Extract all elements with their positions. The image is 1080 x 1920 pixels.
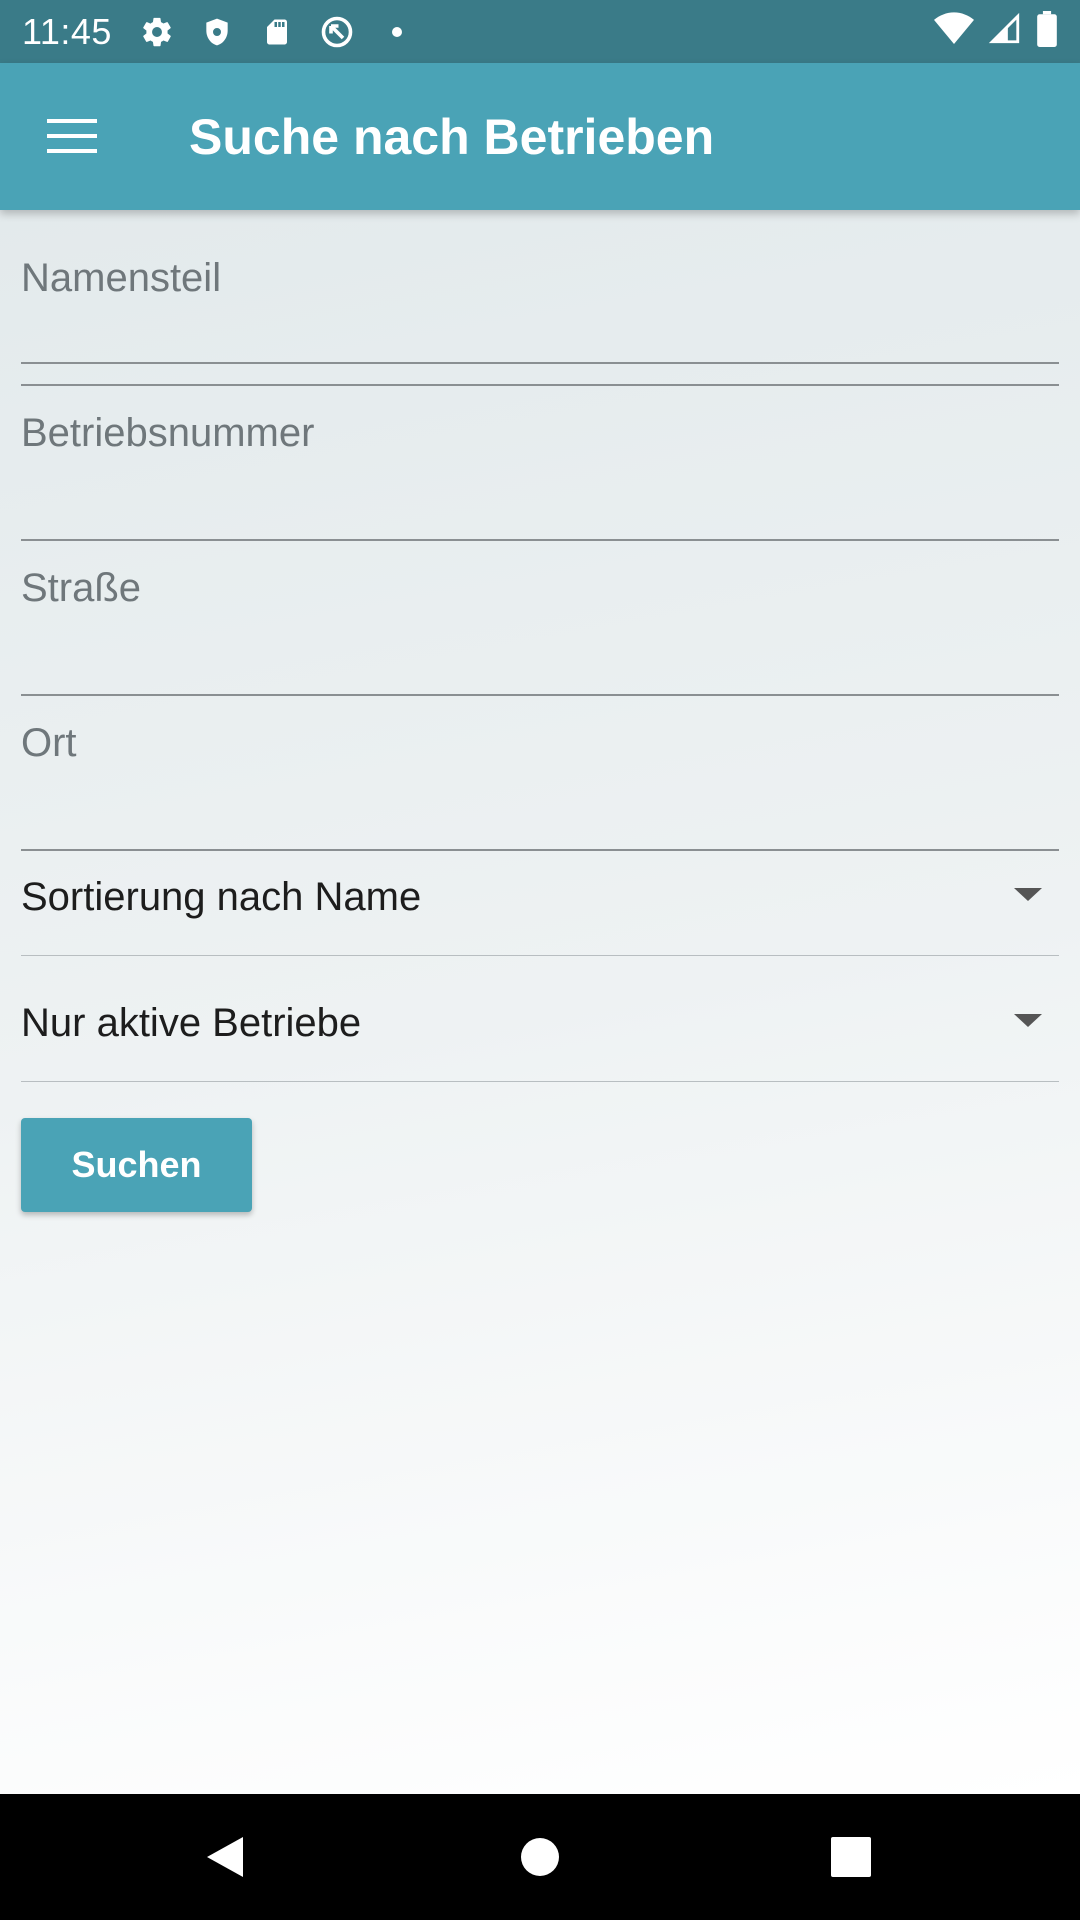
name-field [21,232,1059,386]
cell-signal-icon [988,12,1022,51]
status-filter-value: Nur aktive Betriebe [21,1001,362,1045]
home-icon [521,1838,559,1876]
app-bar: Suche nach Betrieben [0,63,1080,210]
menu-button[interactable] [22,87,122,187]
street-field [21,542,1059,696]
recents-icon [831,1837,871,1877]
status-filter-select[interactable]: Nur aktive Betriebe [21,956,1059,1082]
status-icons-left [138,13,416,51]
sort-select[interactable]: Sortierung nach Name [21,830,1059,956]
menu-icon [47,118,97,153]
notification-dot-icon [378,13,416,51]
home-button[interactable] [507,1824,573,1890]
business-number-input[interactable] [21,387,1059,539]
wifi-icon [934,12,974,51]
navigation-bar [0,1794,1080,1920]
battery-icon [1036,11,1058,52]
status-bar: 11:45 [0,0,1080,63]
sd-card-icon [258,13,296,51]
page-title: Suche nach Betrieben [189,108,715,165]
number-field [21,387,1059,541]
back-icon [207,1837,243,1877]
sort-select-value: Sortierung nach Name [21,875,422,919]
dropdown-arrow-icon [1014,1014,1042,1027]
city-input[interactable] [21,697,1059,849]
data-saver-icon [318,13,356,51]
street-input[interactable] [21,542,1059,694]
city-field [21,697,1059,851]
shield-icon [198,13,236,51]
search-button[interactable]: Suchen [21,1118,252,1212]
status-time: 11:45 [22,10,112,52]
settings-icon [138,13,176,51]
status-icons-right [934,11,1058,52]
dropdown-arrow-icon [1014,888,1042,901]
back-button[interactable] [192,1824,258,1890]
recents-button[interactable] [818,1824,884,1890]
name-input[interactable] [21,232,1059,384]
